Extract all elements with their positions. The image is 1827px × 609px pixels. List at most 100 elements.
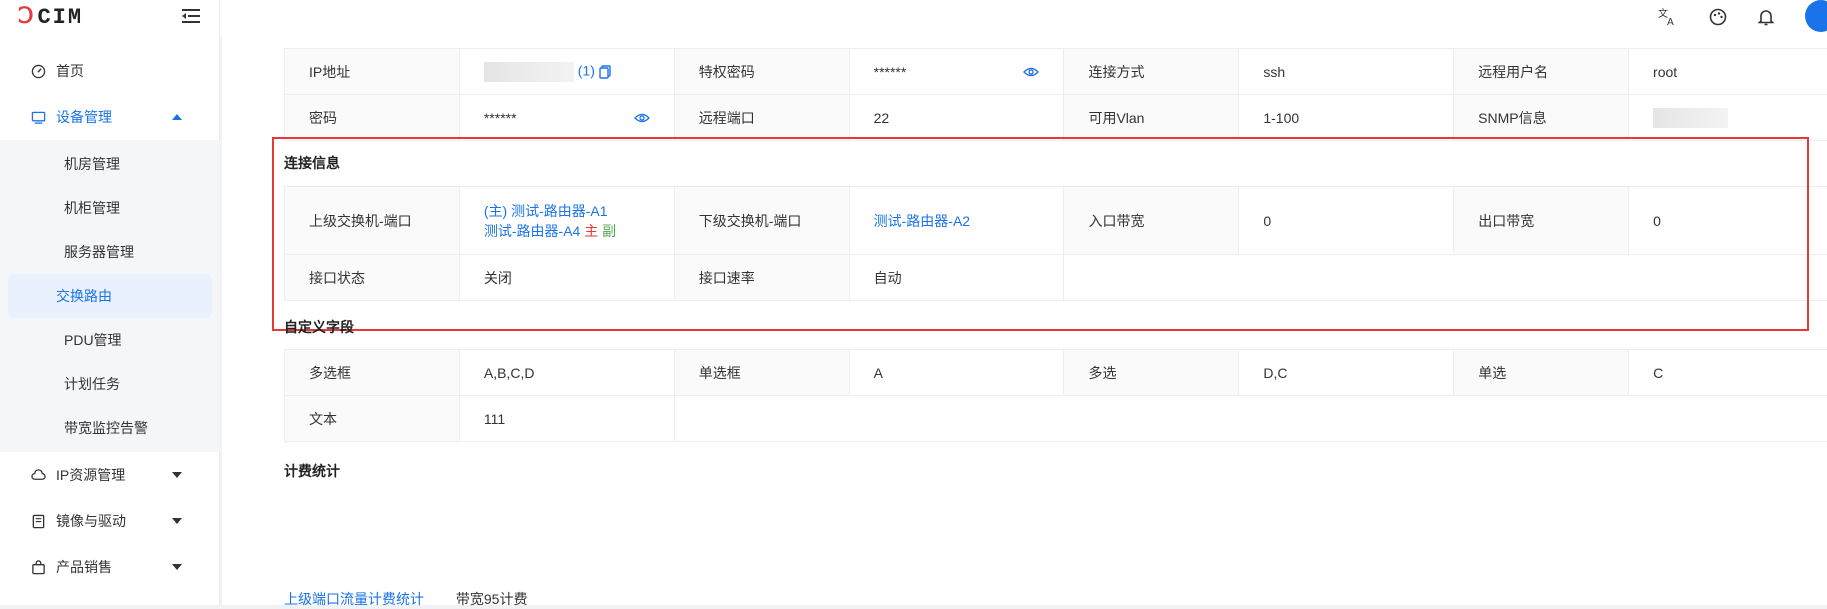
password-value: ****** [459,95,674,141]
eye-icon[interactable] [634,110,650,126]
sidebar-item-pdu[interactable]: PDU管理 [8,318,212,362]
password-label: 密码 [285,95,460,141]
upstream-switch-value: (主) 测试-路由器-A1 测试-路由器-A4 主 副 [459,187,674,255]
snmp-value [1629,95,1827,141]
caret-down-icon [172,518,182,524]
connection-method-label: 连接方式 [1064,49,1239,95]
sidebar: ↃCIM 首页 设备管理 机房管理 机柜管理 服务器管理 交换路由 PDU管理 … [0,0,220,605]
sidebar-item-label: 设备管理 [56,107,112,127]
disk-icon [30,513,46,529]
priv-password-value: ****** [849,49,1064,95]
basic-info-table: IP地址 (1) 特权密码 ****** 连接方式 ssh 远程用户名 root… [284,48,1827,141]
empty-cell [1629,396,1827,442]
logo[interactable]: ↃCIM [18,5,83,29]
sidebar-item-ip-resources[interactable]: IP资源管理 [0,452,220,498]
secondary-tag[interactable]: 副 [602,223,616,239]
table-row: 接口状态 关闭 接口速率 自动 [285,255,1827,301]
egress-bandwidth-label: 出口带宽 [1454,187,1629,255]
sidebar-item-product-sales[interactable]: 产品销售 [0,544,220,590]
logo-text: CIM [37,5,83,30]
connection-info-title: 连接信息 [284,153,340,173]
translate-icon[interactable]: 文 A [1657,6,1679,28]
empty-cell [1629,255,1827,301]
table-row: 文本 111 [285,396,1827,442]
table-row: 密码 ****** 远程端口 22 可用Vlan 1-100 SNMP信息 [285,95,1827,141]
ingress-bandwidth-label: 入口带宽 [1064,187,1239,255]
ip-label: IP地址 [285,49,460,95]
sidebar-item-bandwidth-alert[interactable]: 带宽监控告警 [8,406,212,450]
priv-password-label: 特权密码 [674,49,849,95]
sidebar-item-home[interactable]: 首页 [0,48,220,94]
interface-status-label: 接口状态 [285,255,460,301]
sidebar-item-images-drivers[interactable]: 镜像与驱动 [0,498,220,544]
connection-info-table: 上级交换机-端口 (主) 测试-路由器-A1 测试-路由器-A4 主 副 下级交… [284,186,1827,301]
connection-method-value: ssh [1239,49,1454,95]
main-content: IP地址 (1) 特权密码 ****** 连接方式 ssh 远程用户名 root… [222,36,1827,605]
empty-cell [1064,255,1239,301]
empty-cell [849,396,1064,442]
monitor-icon [30,109,46,125]
table-row: 上级交换机-端口 (主) 测试-路由器-A1 测试-路由器-A4 主 副 下级交… [285,187,1827,255]
sidebar-item-label: 首页 [56,61,84,81]
ip-value: (1) [459,49,674,95]
table-row: 多选框 A,B,C,D 单选框 A 多选 D,C 单选 C [285,350,1827,396]
multi-checkbox-value: A,B,C,D [459,350,674,396]
table-row: IP地址 (1) 特权密码 ****** 连接方式 ssh 远程用户名 root [285,49,1827,95]
single-select-value: C [1629,350,1827,396]
upstream-switch-label: 上级交换机-端口 [285,187,460,255]
egress-bandwidth-value: 0 [1629,187,1827,255]
upstream-link-primary[interactable]: (主) 测试-路由器-A1 [484,201,650,221]
empty-cell [1064,396,1239,442]
bag-icon [30,559,46,575]
multi-checkbox-label: 多选框 [285,350,460,396]
ingress-bandwidth-value: 0 [1239,187,1454,255]
empty-cell [1239,396,1454,442]
ip-count-link[interactable]: (1) [578,62,595,78]
vlan-label: 可用Vlan [1064,95,1239,141]
sidebar-item-label: 产品销售 [56,557,112,577]
copy-icon[interactable] [599,65,611,79]
multi-select-value: D,C [1239,350,1454,396]
avatar[interactable] [1805,0,1827,32]
cloud-icon [30,467,46,483]
sidebar-item-label: 镜像与驱动 [56,511,126,531]
billing-title: 计费统计 [284,461,340,481]
topbar: 文 A [220,0,1827,36]
vlan-value: 1-100 [1239,95,1454,141]
empty-cell [1454,255,1629,301]
remote-port-label: 远程端口 [674,95,849,141]
custom-fields-title: 自定义字段 [284,317,354,337]
masked-snmp [1653,108,1728,128]
sidebar-item-server[interactable]: 服务器管理 [8,230,212,274]
downstream-link[interactable]: 测试-路由器-A2 [874,213,970,229]
remote-user-value: root [1629,49,1827,95]
text-label: 文本 [285,396,460,442]
palette-icon[interactable] [1707,6,1729,28]
interface-rate-value: 自动 [849,255,1064,301]
upstream-link-secondary[interactable]: 测试-路由器-A4 [484,223,580,239]
interface-status-value: 关闭 [459,255,674,301]
caret-down-icon [172,472,182,478]
downstream-switch-value: 测试-路由器-A2 [849,187,1064,255]
eye-icon[interactable] [1023,64,1039,80]
downstream-switch-label: 下级交换机-端口 [674,187,849,255]
bell-icon[interactable] [1755,6,1777,28]
multi-select-label: 多选 [1064,350,1239,396]
password-text: ****** [484,110,517,126]
caret-up-icon [172,114,182,120]
menu-collapse-icon[interactable] [181,7,201,25]
sidebar-item-cabinet[interactable]: 机柜管理 [8,186,212,230]
empty-cell [1454,396,1629,442]
caret-down-icon [172,564,182,570]
single-select-label: 单选 [1454,350,1629,396]
sidebar-item-switch-router[interactable]: 交换路由 [8,274,212,318]
sidebar-item-scheduled-tasks[interactable]: 计划任务 [8,362,212,406]
sidebar-item-device-management[interactable]: 设备管理 [0,94,220,140]
sidebar-item-label: IP资源管理 [56,465,125,485]
sidebar-item-datacenter[interactable]: 机房管理 [8,142,212,186]
remote-user-label: 远程用户名 [1454,49,1629,95]
text-value: 111 [459,396,674,442]
single-radio-value: A [849,350,1064,396]
masked-ip [484,62,574,82]
primary-tag[interactable]: 主 [584,223,598,239]
